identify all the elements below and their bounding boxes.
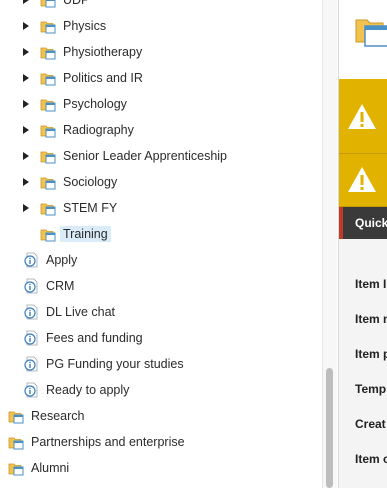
quick-info-accent [339,207,343,239]
tree-item-label: UDP [63,0,90,7]
tree-item-label: Research [31,409,85,423]
field-label: Creat [355,417,386,431]
folder-page-icon [40,174,60,190]
folder-page-icon [40,96,60,112]
expand-arrow-icon[interactable] [23,22,29,30]
tree-scrollbar[interactable] [322,0,337,488]
folder-page-icon [40,70,60,86]
tree-item[interactable]: Training [40,223,111,245]
field-label: Temp [355,382,387,396]
tree-item[interactable]: Ready to apply [23,379,132,401]
folder-page-icon [8,460,28,476]
scrollbar-thumb[interactable] [326,368,333,488]
tree-item-label: DL Live chat [46,305,116,319]
folder-page-icon [40,122,60,138]
expand-arrow-icon[interactable] [23,48,29,56]
tree-item[interactable]: CRM [23,275,77,297]
expand-arrow-icon[interactable] [23,204,29,212]
info-page-icon [23,278,43,294]
folder-page-icon [40,226,60,242]
expand-arrow-icon[interactable] [23,152,29,160]
item-panel: Quick Item I Item n Item p Temp Creat It… [338,0,387,488]
tree-item[interactable]: Research [8,405,88,427]
info-page-icon [23,356,43,372]
folder-page-icon [40,148,60,164]
tree-item[interactable]: Alumni [8,457,72,479]
tree-item-label: Psychology [63,97,127,111]
expand-arrow-icon[interactable] [23,178,29,186]
field-label: Item c [355,452,387,466]
folder-page-icon [40,18,60,34]
expand-arrow-icon[interactable] [23,100,29,108]
tree-item[interactable]: Physiotherapy [23,41,145,63]
folder-page-icon [40,200,60,216]
tree-item-label: Politics and IR [63,71,143,85]
tree-item[interactable]: DL Live chat [23,301,118,323]
folder-page-icon [40,44,60,60]
tree-item[interactable]: Physics [23,15,109,37]
tree-item-label: Apply [46,253,78,267]
expand-arrow-icon[interactable] [23,0,29,4]
tree-item-label: Ready to apply [46,383,130,397]
tree-item[interactable]: Radiography [23,119,137,141]
field-label: Item p [355,347,387,361]
warning-icon [348,167,376,192]
tree-item[interactable]: Apply [23,249,80,271]
warning-banner [339,79,387,154]
field-label: Item n [355,312,387,326]
warning-banner [339,154,387,207]
tree-item-label: Sociology [63,175,118,189]
tree-item-label: PG Funding your studies [46,357,184,371]
info-page-icon [23,382,43,398]
tree-item-label: Partnerships and enterprise [31,435,185,449]
tree-item-label: Physics [63,19,107,33]
info-page-icon [23,304,43,320]
quick-info-fields: Item I Item n Item p Temp Creat Item c [339,239,387,488]
window-folder-icon [353,12,387,53]
tree-item-label: Training [60,226,111,242]
tree-item-label: Fees and funding [46,331,143,345]
info-page-icon [23,252,43,268]
tree-item[interactable]: PG Funding your studies [23,353,187,375]
tree-item-label: Senior Leader Apprenticeship [63,149,228,163]
tree-item-label: Radiography [63,123,134,137]
quick-info-label: Quick [355,216,387,230]
content-tree: UDP Physics Physiotherapy Politics and IR Ps… [0,0,322,488]
folder-page-icon [40,0,60,8]
tree-item-label: CRM [46,279,75,293]
info-page-icon [23,330,43,346]
tree-item[interactable]: Politics and IR [23,67,146,89]
tree-item-label: Physiotherapy [63,45,143,59]
tree-item-label: STEM FY [63,201,118,215]
tree-item[interactable]: UDP [23,0,92,11]
folder-page-icon [8,434,28,450]
tree-item[interactable]: STEM FY [23,197,120,219]
field-label: Item I [355,277,387,291]
tree-item[interactable]: Fees and funding [23,327,146,349]
expand-arrow-icon[interactable] [23,74,29,82]
tree-item-label: Alumni [31,461,70,475]
folder-page-icon [8,408,28,424]
warning-icon [348,104,376,129]
tree-item[interactable]: Partnerships and enterprise [8,431,188,453]
expand-arrow-icon[interactable] [23,126,29,134]
tree-item[interactable]: Sociology [23,171,120,193]
quick-info-header[interactable]: Quick [339,207,387,239]
tree-item[interactable]: Senior Leader Apprenticeship [23,145,230,167]
tree-item[interactable]: Psychology [23,93,130,115]
